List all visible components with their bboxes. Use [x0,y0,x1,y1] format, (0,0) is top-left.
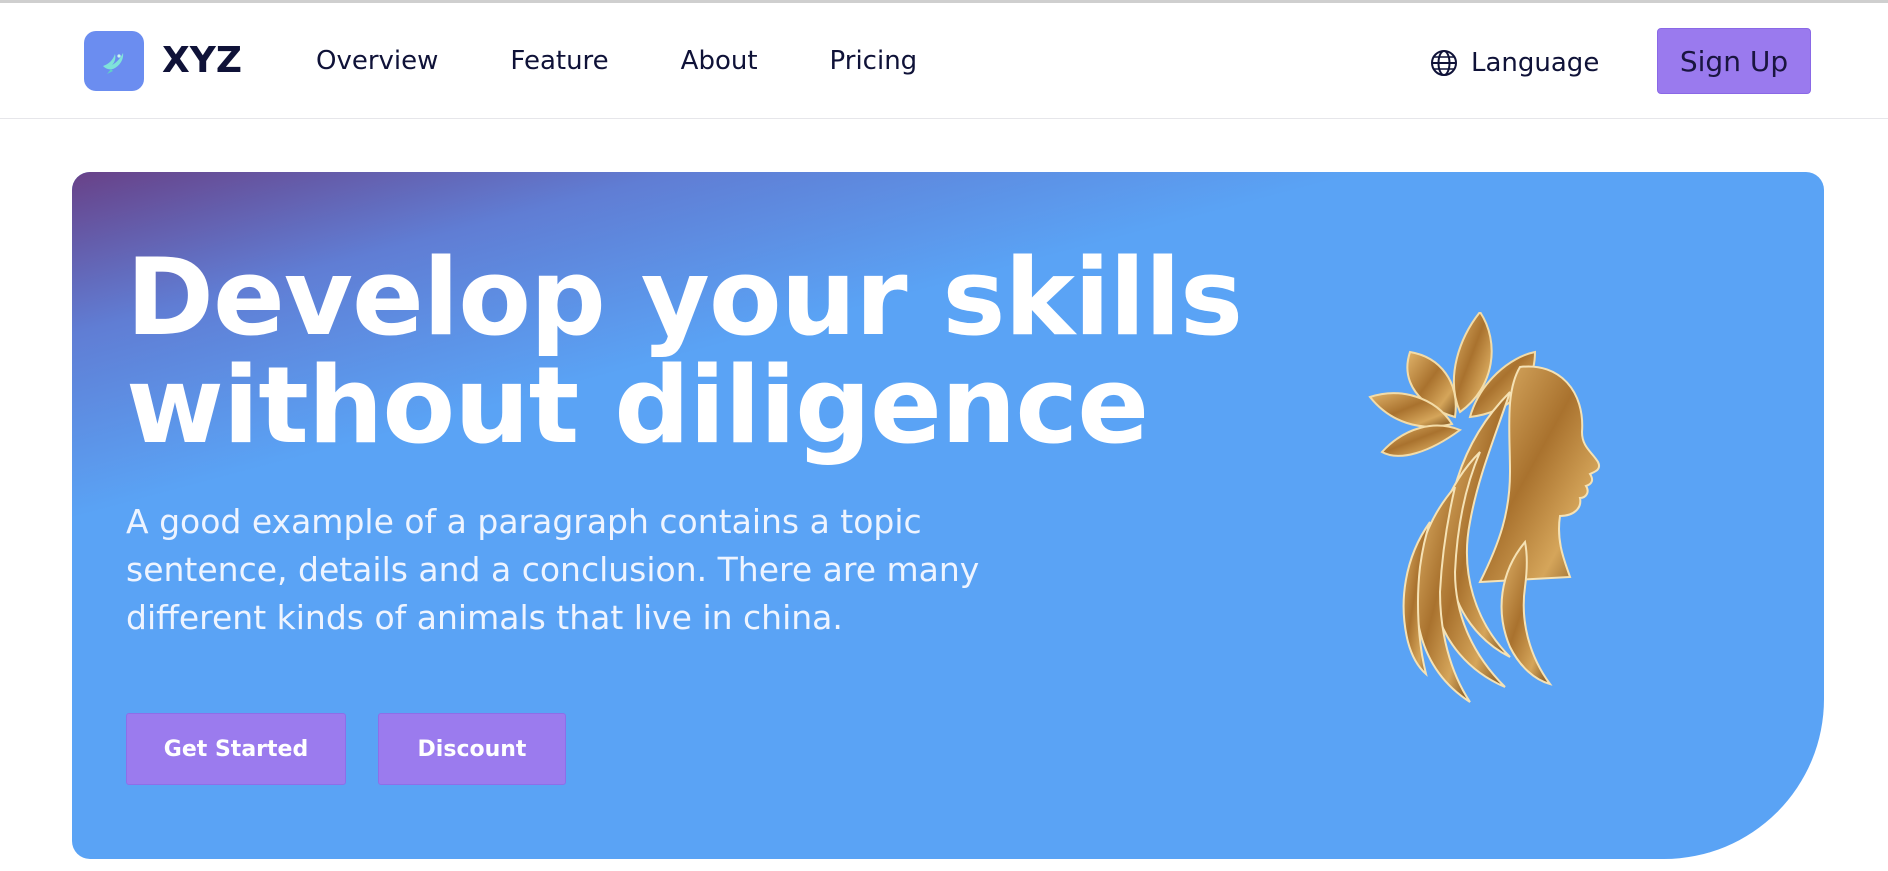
globe-icon [1431,50,1457,76]
hero-banner: Develop your skills without diligence A … [72,172,1824,859]
woman-lotus-silhouette-icon [1368,312,1600,703]
language-selector[interactable]: Language [1429,43,1599,83]
discount-button[interactable]: Discount [378,713,566,785]
logo[interactable] [84,31,144,91]
sign-up-button[interactable]: Sign Up [1657,28,1811,94]
nav-pricing[interactable]: Pricing [830,41,918,81]
lotus-petal [1380,424,1463,457]
brand-name[interactable]: XYZ [162,39,242,83]
language-label: Language [1471,48,1600,78]
nav-overview[interactable]: Overview [316,41,438,81]
hero-headline: Develop your skills without diligence [126,236,1243,467]
get-started-button[interactable]: Get Started [126,713,346,785]
nav-feature[interactable]: Feature [510,41,608,81]
main-nav: Overview Feature About Pricing [316,41,989,81]
hero-paragraph: A good example of a paragraph contains a… [126,502,980,637]
headline-line-1: Develop your skills [126,236,1243,359]
headline-line-2: without diligence [126,344,1149,467]
navbar: XYZ Overview Feature About Pricing Langu… [0,3,1888,119]
bird-icon [103,53,124,74]
nav-about[interactable]: About [681,41,758,81]
